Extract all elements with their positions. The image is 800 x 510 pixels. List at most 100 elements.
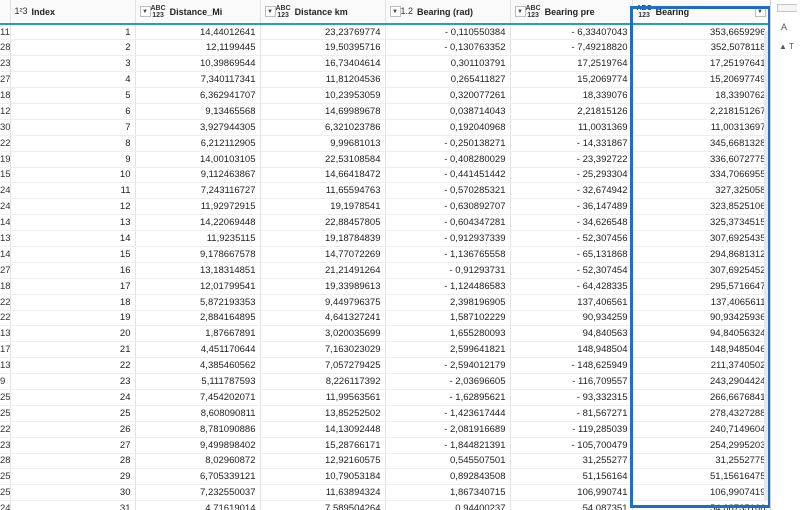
bearing-cell[interactable]: 94,84056324	[632, 325, 771, 343]
distance-mi-cell[interactable]: 14,44012641	[135, 24, 261, 41]
distance-mi-cell[interactable]: 8,781090886	[135, 421, 261, 438]
distance-km-cell[interactable]: 22,53108584	[260, 151, 386, 168]
index-cell[interactable]: 1	[10, 24, 136, 41]
index-cell[interactable]: 23	[10, 373, 136, 390]
rownum-cell[interactable]: 27	[0, 71, 11, 89]
distance-mi-cell[interactable]: 9,13465568	[135, 103, 261, 120]
distance-km-cell[interactable]: 9,449796375	[260, 294, 386, 311]
bearing-pre-cell[interactable]: - 148,625949	[510, 357, 633, 375]
bearing-rad-cell[interactable]: - 2,081916689	[385, 421, 511, 438]
bearing-rad-cell[interactable]: - 1,136765558	[385, 246, 511, 263]
distance-mi-cell[interactable]: 8,608090811	[135, 405, 261, 422]
distance-mi-cell[interactable]: 10,39869544	[135, 55, 261, 73]
bearing-cell[interactable]: 307,6925452	[632, 262, 771, 279]
distance-mi-cell[interactable]: 3,927944305	[135, 119, 261, 136]
table-row[interactable]: 27 4 7,340117341 11,81204536 0,265411827 15,2…	[0, 71, 771, 89]
index-cell[interactable]: 5	[10, 87, 136, 104]
distance-km-cell[interactable]: 11,81204536	[260, 71, 386, 89]
table-row[interactable]: 11 1 14,44012641 23,23769774- 0,110550384- …	[0, 24, 771, 41]
table-row[interactable]: 22 19 2,884164895 4,641327241 1,587102229 90,…	[0, 310, 771, 327]
index-cell[interactable]: 25	[10, 405, 136, 422]
bearing-rad-cell[interactable]: - 0,91293731	[385, 262, 511, 279]
index-cell[interactable]: 8	[10, 135, 136, 152]
table-row[interactable]: 24 11 7,243116727 11,65594763- 0,570285321-…	[0, 182, 771, 200]
distance-km-cell[interactable]: 19,18784839	[260, 230, 386, 247]
bearing-cell[interactable]: 18,3390762	[632, 87, 771, 104]
bearing-pre-cell[interactable]: - 93,332315	[510, 389, 633, 406]
column-header-bearing-rad[interactable]: ▼ 1.2 Bearing (rad)	[385, 0, 511, 25]
rownum-cell[interactable]: 25	[0, 389, 11, 406]
bearing-pre-cell[interactable]: 106,990741	[510, 484, 633, 502]
distance-mi-cell[interactable]: 8,02960872	[135, 453, 261, 470]
table-row[interactable]: 18 5 6,362941707 10,23953059 0,320077261 18,3…	[0, 87, 771, 104]
table-row[interactable]: 27 16 13,18314851 21,21491264- 0,91293731- …	[0, 262, 771, 279]
bearing-rad-cell[interactable]: 2,398196905	[385, 294, 511, 311]
rownum-cell[interactable]: 22	[0, 421, 11, 438]
bearing-cell[interactable]: 334,7066955	[632, 167, 771, 184]
bearing-pre-cell[interactable]: 51,156164	[510, 468, 633, 486]
distance-km-cell[interactable]: 22,88457805	[260, 214, 386, 232]
index-cell[interactable]: 9	[10, 151, 136, 168]
bearing-cell[interactable]: 211,3740502	[632, 357, 771, 375]
bearing-rad-cell[interactable]: - 2,594012179	[385, 357, 511, 375]
dropdown-arrow-icon[interactable]: ▼	[514, 6, 526, 17]
bearing-cell[interactable]: 352,5078118	[632, 39, 771, 57]
bearing-rad-cell[interactable]: 0,892843508	[385, 468, 511, 486]
rownum-cell[interactable]: 14	[0, 214, 11, 232]
distance-km-cell[interactable]: 11,63894324	[260, 484, 386, 502]
index-cell[interactable]: 19	[10, 310, 136, 327]
bearing-rad-cell[interactable]: 0,301103791	[385, 55, 511, 73]
distance-mi-cell[interactable]: 9,178667578	[135, 246, 261, 263]
bearing-cell[interactable]: 15,20697749	[632, 71, 771, 89]
distance-km-cell[interactable]: 10,23953059	[260, 87, 386, 104]
distance-mi-cell[interactable]: 4,71619014	[135, 500, 261, 510]
index-cell[interactable]: 10	[10, 167, 136, 184]
index-cell[interactable]: 14	[10, 230, 136, 247]
rownum-cell[interactable]: 19	[0, 151, 11, 168]
bearing-cell[interactable]: 353,6659296	[632, 24, 771, 41]
index-cell[interactable]: 3	[10, 55, 136, 73]
rownum-cell[interactable]: 22	[0, 294, 11, 311]
bearing-rad-cell[interactable]: - 0,110550384	[385, 24, 511, 41]
bearing-cell[interactable]: 294,8681312	[632, 246, 771, 263]
column-header-index[interactable]: 1²3 Index	[10, 0, 136, 25]
index-cell[interactable]: 18	[10, 294, 136, 311]
bearing-pre-cell[interactable]: 17,2519764	[510, 55, 633, 73]
bearing-rad-cell[interactable]: 1,655280093	[385, 325, 511, 343]
rownum-cell[interactable]: 11	[0, 24, 11, 41]
bearing-cell[interactable]: 90,93425936	[632, 310, 771, 327]
rownum-cell[interactable]: 23	[0, 437, 11, 454]
distance-mi-cell[interactable]: 13,18314851	[135, 262, 261, 279]
rownum-cell[interactable]: 24	[0, 500, 11, 510]
rownum-cell[interactable]: 24	[0, 182, 11, 200]
distance-mi-cell[interactable]: 6,705339121	[135, 468, 261, 486]
vertical-scrollbar[interactable]	[764, 30, 768, 500]
table-row[interactable]: 30 7 3,927944305 6,321023786 0,192040968 11,0…	[0, 119, 771, 136]
bearing-pre-cell[interactable]: - 81,567271	[510, 405, 633, 422]
distance-km-cell[interactable]: 10,79053184	[260, 468, 386, 486]
dropdown-arrow-icon[interactable]: ▼	[264, 6, 276, 17]
column-header-bearing-pre[interactable]: ▼ ABC 123 Bearing pre	[510, 0, 633, 25]
distance-mi-cell[interactable]: 12,01799541	[135, 278, 261, 295]
distance-mi-cell[interactable]: 7,340117341	[135, 71, 261, 89]
index-cell[interactable]: 15	[10, 246, 136, 263]
table-row[interactable]: 15 10 9,112463867 14,66418472- 0,441451442-…	[0, 167, 771, 184]
index-cell[interactable]: 2	[10, 39, 136, 57]
table-row[interactable]: 22 18 5,872193353 9,449796375 2,398196905 137…	[0, 294, 771, 311]
rownum-cell[interactable]: 9	[0, 373, 11, 390]
distance-km-cell[interactable]: 12,92160575	[260, 453, 386, 470]
index-cell[interactable]: 29	[10, 468, 136, 486]
bearing-rad-cell[interactable]: - 0,130763352	[385, 39, 511, 57]
index-cell[interactable]: 27	[10, 437, 136, 454]
distance-km-cell[interactable]: 14,77072269	[260, 246, 386, 263]
index-cell[interactable]: 11	[10, 182, 136, 200]
column-header-bearing[interactable]: ABC 123 Bearing ▼	[632, 0, 771, 25]
bearing-cell[interactable]: 11,00313697	[632, 119, 771, 136]
bearing-cell[interactable]: 106,9907419	[632, 484, 771, 502]
bearing-cell[interactable]: 307,6925435	[632, 230, 771, 247]
bearing-pre-cell[interactable]: - 105,700479	[510, 437, 633, 454]
bearing-pre-cell[interactable]: - 64,428335	[510, 278, 633, 295]
table-row[interactable]: 25 24 7,454202071 11,99563561- 1,62895621- …	[0, 389, 771, 406]
table-row[interactable]: 13 20 1,87667891 3,020035699 1,655280093 94,8…	[0, 325, 771, 343]
bearing-cell[interactable]: 278,4327288	[632, 405, 771, 422]
